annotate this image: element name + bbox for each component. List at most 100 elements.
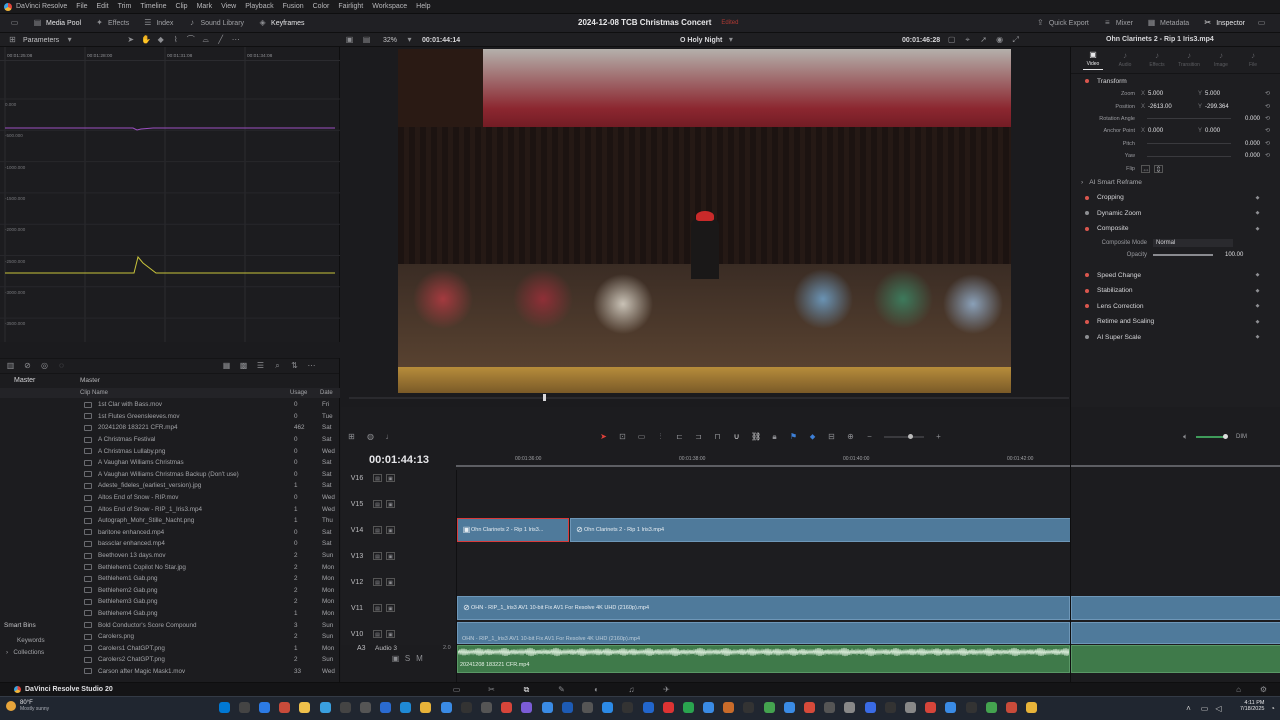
timeline-ruler[interactable]: 00:01:36:00 00:01:38:00 00:01:40:00 00:01:4… <box>456 455 1197 467</box>
clip-row[interactable]: Altos End of Snow - RIP_1_Iris3.mp4 1 Wed <box>0 503 340 515</box>
clock-app-icon[interactable] <box>965 702 977 713</box>
menu-trim[interactable]: Trim <box>118 3 132 10</box>
page-fairlight-icon[interactable]: ♫ <box>627 686 636 694</box>
menu-color[interactable]: Color <box>313 3 330 10</box>
yaw-row-value[interactable]: 0.000 <box>1245 153 1260 159</box>
viewer-mode-icon[interactable]: ▤ <box>362 36 371 44</box>
obs-app-icon[interactable] <box>743 702 755 713</box>
yaw-row-slider[interactable] <box>1147 155 1231 157</box>
curve-editor-icon[interactable]: ⊞ <box>8 36 17 44</box>
clock[interactable]: 4:11 PM 7/18/2025 <box>1240 700 1264 712</box>
clip-a3[interactable]: 20241208 183221 CFR.mp4 <box>457 645 1070 673</box>
clip-a3-continued[interactable] <box>1071 645 1280 673</box>
whatsapp-app-icon[interactable] <box>763 702 775 713</box>
section-enabled-dot[interactable] <box>1085 304 1089 309</box>
transform-overlay-icon[interactable]: ⌖ <box>963 36 972 44</box>
page-fusion-icon[interactable]: ✎ <box>557 686 566 694</box>
zoom-out-icon[interactable]: − <box>865 433 874 441</box>
viewer-scrub-handle[interactable] <box>543 394 546 401</box>
inspector-tab-transition[interactable]: ♪ Transition <box>1178 52 1200 69</box>
curve-ruler[interactable]: 00:01:25:08 00:01:28:00 00:01:31:08 00:01:3… <box>0 47 340 61</box>
transform-section-header[interactable]: Transform <box>1071 74 1280 88</box>
task-view-app-icon[interactable] <box>258 702 270 713</box>
clip-row[interactable]: Bethlehem3 Gab.png 2 Mon <box>0 596 340 608</box>
clip-v11[interactable]: ⊘ OHN - RIP_1_Iris3 AV1 10-bit Fix AV1 Fo… <box>457 596 1070 620</box>
mute-icon[interactable]: M <box>415 655 424 663</box>
brave-app-icon[interactable] <box>319 702 331 713</box>
clip-v10[interactable]: OHN - RIP_1_Iris3 AV1 10-bit Fix AV1 For… <box>457 622 1070 644</box>
sound-library-button[interactable]: ♪ Sound Library <box>187 19 244 27</box>
section-enabled-dot[interactable] <box>1085 273 1089 278</box>
menu-mark[interactable]: Mark <box>197 3 213 10</box>
ai-smart-reframe-section[interactable]: › AI Smart Reframe <box>1071 175 1280 191</box>
settings-icon[interactable]: ⚙ <box>1259 686 1268 694</box>
inspector-tab-video[interactable]: ▣ Video <box>1083 50 1103 70</box>
keyframe-diamond-icon[interactable]: ◆ <box>1253 271 1262 279</box>
store-app-icon[interactable] <box>622 702 634 713</box>
sync-icon[interactable]: ⊘ <box>23 362 32 370</box>
selection-tool-icon[interactable]: ➤ <box>599 433 608 441</box>
viewer-zoom[interactable]: 32% <box>383 37 397 44</box>
reset-icon[interactable]: ⟲ <box>1263 90 1272 98</box>
menu-fusion[interactable]: Fusion <box>283 3 304 10</box>
section-cropping[interactable]: Cropping ◆ <box>1071 190 1280 206</box>
mail-app-icon[interactable] <box>703 702 715 713</box>
section-enabled-dot[interactable] <box>1085 226 1089 231</box>
clip-row[interactable]: Bethlehem1 Copilot No Star.jpg 2 Mon <box>0 561 340 573</box>
clip-row[interactable]: Bold Conductor's Score Compound 3 Sun <box>0 619 340 631</box>
track-visibility-icon[interactable]: ▣ <box>386 500 395 508</box>
outlook-app-icon[interactable] <box>501 702 513 713</box>
onedrive-app-icon[interactable] <box>864 702 876 713</box>
track-lock-icon[interactable]: ▤ <box>373 500 382 508</box>
curve-mode-dropdown[interactable]: Parameters <box>23 37 59 44</box>
page-deliver-icon[interactable]: ✈ <box>662 686 671 694</box>
youtube-app-icon[interactable] <box>925 702 937 713</box>
keyframes-button[interactable]: ◈ Keyframes <box>258 19 304 27</box>
clip-row[interactable]: Carolers2 ChatGPT.png 2 Sun <box>0 654 340 666</box>
terminal-app-icon[interactable] <box>460 702 472 713</box>
section-enabled-dot[interactable] <box>1085 211 1089 216</box>
section-ai-super-scale[interactable]: AI Super Scale ◆ <box>1071 330 1280 346</box>
home-icon[interactable]: ⌂ <box>1234 686 1243 694</box>
list-view-icon[interactable]: ☰ <box>256 362 265 370</box>
linked-selection-icon[interactable]: ⛓ <box>751 433 761 441</box>
add-keyframe-icon[interactable]: ◆ <box>156 36 165 44</box>
position-y-curve[interactable] <box>5 127 335 131</box>
clip-row[interactable]: bassclar enhanced.mp4 0 Sat <box>0 538 340 550</box>
section-composite[interactable]: Composite ◆ <box>1071 221 1280 237</box>
zoom-full-icon[interactable]: ⊟ <box>827 433 836 441</box>
tray-chevron-icon[interactable]: ˄ <box>1184 705 1193 713</box>
section-lens-correction[interactable]: Lens Correction ◆ <box>1071 299 1280 315</box>
clip-row[interactable]: Carolers.png 2 Sun <box>0 631 340 643</box>
folder-app-icon[interactable] <box>299 702 311 713</box>
hand-icon[interactable]: ✋ <box>141 36 151 44</box>
track-visibility-icon[interactable]: ▣ <box>386 474 395 482</box>
ease-out-icon[interactable]: ⌓ <box>201 36 210 44</box>
position-row-x[interactable]: -2613.00 <box>1148 104 1188 110</box>
clip-v14-selected[interactable]: ▣ Ohn Clarinets 2 - Rip 1 Iris3... <box>457 518 569 542</box>
search-app-icon[interactable] <box>238 702 250 713</box>
menu-workspace[interactable]: Workspace <box>372 3 407 10</box>
metadata-view-icon[interactable]: ◌ <box>57 362 66 370</box>
cursor-icon[interactable]: ➚ <box>979 36 988 44</box>
keyframe-diamond-icon[interactable]: ◆ <box>1253 225 1262 233</box>
opacity-slider[interactable] <box>1153 254 1213 257</box>
media-pool-button[interactable]: ▤ Media Pool <box>33 19 81 27</box>
rotation-row-value[interactable]: 0.000 <box>1245 116 1260 122</box>
more-options-icon[interactable]: ⋯ <box>307 362 316 370</box>
menu-fairlight[interactable]: Fairlight <box>338 3 363 10</box>
panel-toggle-right-icon[interactable]: ▭ <box>1257 19 1266 27</box>
teams-app-icon[interactable] <box>380 702 392 713</box>
clip-row[interactable]: Bethlehem1 Gab.png 2 Mon <box>0 573 340 585</box>
recorder-app-icon[interactable] <box>884 702 896 713</box>
scrub-icon[interactable]: ◍ <box>366 433 375 441</box>
metadata-button[interactable]: ▦ Metadata <box>1147 19 1189 27</box>
position-lock-icon[interactable]: 🔒︎ <box>770 433 779 441</box>
panel-toggle-icon[interactable]: ▭ <box>10 19 19 27</box>
excel-app-icon[interactable] <box>561 702 573 713</box>
inspector-tab-image[interactable]: ♪ Image <box>1211 52 1231 69</box>
zoom-app-icon[interactable] <box>642 702 654 713</box>
timeline-zoom-slider[interactable] <box>884 434 924 439</box>
edge-app-icon[interactable] <box>339 702 351 713</box>
viewer-layout-icon[interactable]: ▣ <box>345 36 354 44</box>
